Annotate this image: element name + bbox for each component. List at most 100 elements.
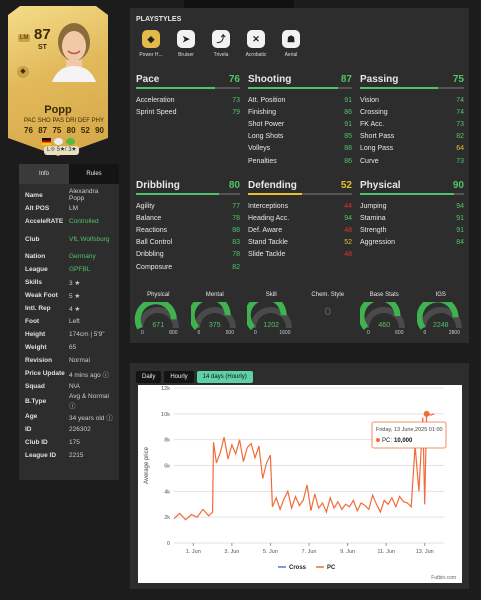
- substat-name: Acceleration: [136, 96, 175, 104]
- substat-name: Shot Power: [248, 120, 285, 128]
- stat-category: Defending 52 Interceptions 44 Heading Acc. 94…: [248, 180, 352, 261]
- substat-name: Stand Tackle: [248, 239, 288, 247]
- trivela-icon: ⤴: [212, 30, 230, 48]
- info-value: Germany: [69, 253, 96, 260]
- tab-14-days-hourly[interactable]: 14 days (Hourly): [196, 371, 253, 383]
- y-tick-label: 12k: [161, 386, 170, 392]
- info-row: Squad N\A: [25, 380, 113, 393]
- info-value: Avg & Normal ⓘ: [69, 393, 109, 410]
- info-key: AcceleRATE: [25, 218, 64, 225]
- stat-category: Shooting 87 Att. Position 91 Finishing 86 Shot…: [248, 74, 352, 167]
- card-stat-label: DEF: [77, 118, 90, 124]
- substat-value: 86: [344, 157, 352, 165]
- card-stat-value: 80: [66, 126, 76, 135]
- info-row: Club ID 175: [25, 436, 113, 449]
- info-value: Normal: [69, 357, 90, 364]
- substat-name: Agility: [136, 202, 155, 210]
- card-stat-values: 76 87 75 80 52 90: [24, 126, 104, 135]
- tab-daily[interactable]: Daily: [136, 371, 162, 383]
- tooltip-dot: [376, 438, 380, 442]
- substat-name: Att. Position: [248, 96, 286, 104]
- substat-row: Finishing 86: [248, 106, 352, 118]
- substat-name: Finishing: [248, 108, 277, 116]
- category-value: 87: [340, 74, 352, 85]
- substat-name: Crossing: [360, 108, 388, 116]
- substat-value: 52: [344, 239, 352, 247]
- gauge-max: 600: [395, 330, 404, 336]
- info-value: Left: [69, 318, 80, 325]
- playstyle-item[interactable]: ➤ Bruiser: [173, 30, 199, 58]
- substat-value: 94: [344, 214, 352, 222]
- legend-label: Cross: [289, 565, 307, 571]
- info-panel: Info Rules Name Alexandra Popp Alt POS LM Ac…: [19, 164, 119, 480]
- substat-value: 88: [232, 226, 240, 234]
- category-header: Physical 90: [360, 180, 464, 193]
- gauge-value: 2248: [432, 322, 449, 329]
- substat-row: Crossing 74: [360, 106, 464, 118]
- substat-value: 88: [344, 145, 352, 153]
- tab-rules[interactable]: Rules: [69, 164, 119, 184]
- category-header: Passing 75: [360, 74, 464, 87]
- bruiser-icon: ➤: [177, 30, 195, 48]
- info-key: League: [25, 266, 48, 273]
- info-value: 175: [69, 439, 80, 446]
- info-row: AcceleRATE Controlled: [25, 215, 113, 228]
- playstyle-item[interactable]: ✕ Acrobatic: [243, 30, 269, 58]
- info-row: Age 34 years old ⓘ: [25, 410, 113, 423]
- card-stat-label: PAS: [52, 118, 65, 124]
- gauge: IGS 2248 0 2800: [413, 292, 470, 336]
- x-tick-label: 1. Jun: [186, 549, 201, 555]
- substat-row: Att. Position 91: [248, 94, 352, 106]
- playstyle-item[interactable]: ☗ Aerial: [278, 30, 304, 58]
- gauge-label: Mental: [205, 292, 224, 298]
- playstyle-item[interactable]: ◆ Power H...: [138, 30, 164, 58]
- gauge-value: 460: [378, 322, 391, 329]
- info-value: 226302: [69, 426, 91, 433]
- substat-value: 77: [232, 202, 240, 210]
- substat-row: Sprint Speed 79: [136, 106, 240, 118]
- x-tick-label: 11. Jun: [377, 549, 395, 555]
- substat-value: 73: [456, 157, 464, 165]
- top-dark-strip: [184, 0, 294, 8]
- info-key: Alt POS: [25, 205, 50, 212]
- tooltip-value: 10,000: [394, 438, 413, 444]
- tab-hourly[interactable]: Hourly: [164, 371, 194, 383]
- card-stat-label: PHY: [91, 118, 104, 124]
- substat-name: Jumping: [360, 202, 387, 210]
- info-key: Weak Foot: [25, 292, 58, 299]
- gauge: Base Stats 460 0 600: [356, 292, 413, 336]
- info-key: Skills: [25, 279, 42, 286]
- info-key: Club: [25, 235, 40, 243]
- card-position: ST: [38, 44, 47, 51]
- info-row: Skills 3 ★: [25, 276, 113, 289]
- substat-name: Vision: [360, 96, 379, 104]
- substat-row: Long Pass 64: [360, 143, 464, 155]
- x-tick-label: 3. Jun: [224, 549, 239, 555]
- substat-value: 74: [456, 96, 464, 104]
- info-rows: Name Alexandra Popp Alt POS LM AcceleRATE Con…: [19, 184, 119, 466]
- tab-info[interactable]: Info: [19, 164, 69, 184]
- legend-label: PC: [327, 565, 336, 571]
- substat-row: FK Acc. 73: [360, 118, 464, 130]
- gauge-value: 375: [208, 322, 221, 329]
- gauge-label: Chem. Style: [311, 292, 345, 298]
- price-chart[interactable]: 0 2k 4k 6k 8k 10k 12k 1. Jun 3. Jun 5. Jun 7. Jun 9…: [138, 385, 462, 583]
- playstyle-item[interactable]: ⤴ Trivela: [208, 30, 234, 58]
- substat-name: Reactions: [136, 226, 168, 234]
- substat-row: Composure 82: [136, 261, 240, 273]
- category-name: Pace: [136, 74, 160, 85]
- gauge-value: 1202: [263, 322, 280, 329]
- substat-name: Interceptions: [248, 202, 289, 210]
- gauge-min: 0: [367, 330, 370, 336]
- category-bar-fill: [136, 87, 216, 89]
- y-tick-label: 8k: [164, 438, 170, 444]
- category-name: Physical: [360, 180, 401, 191]
- category-value: 90: [452, 180, 464, 191]
- info-value: 65: [69, 344, 77, 351]
- category-name: Shooting: [248, 74, 292, 85]
- info-tabs: Info Rules: [19, 164, 119, 184]
- substat-row: Interceptions 44: [248, 200, 352, 212]
- card-stat-value: 90: [95, 126, 104, 135]
- stat-category: Pace 76 Acceleration 73 Sprint Speed 79: [136, 74, 240, 118]
- category-bar: [136, 193, 240, 195]
